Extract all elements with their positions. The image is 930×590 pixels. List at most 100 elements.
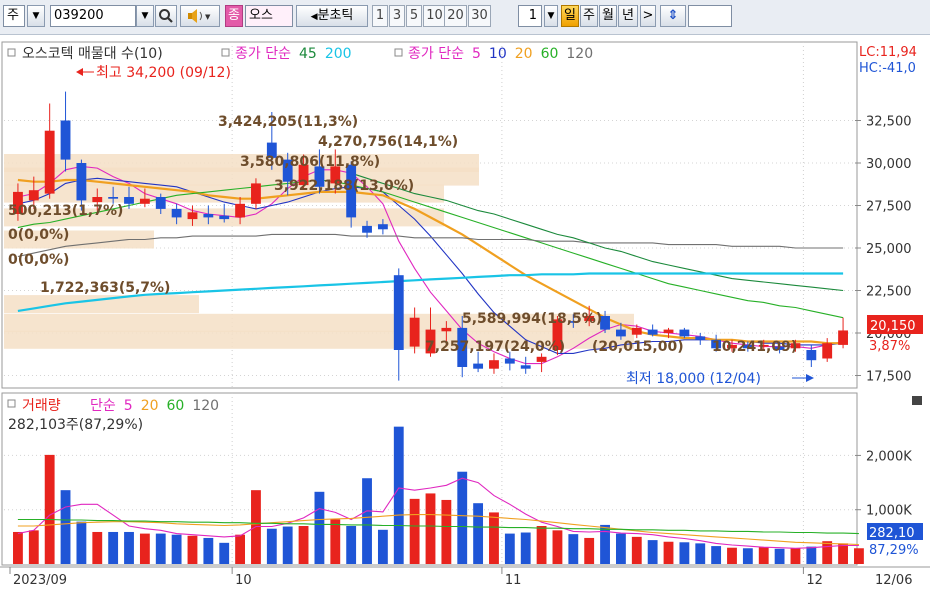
volume-profile-label: 1,722,363(5,7%) <box>40 280 170 296</box>
candle-body <box>473 363 484 369</box>
volume-tick-label: 2,000K <box>866 449 912 464</box>
candle-body <box>393 275 404 350</box>
market-select[interactable]: 주 <box>3 5 25 27</box>
candle-body <box>441 327 452 332</box>
volume-profile-label: 10,241,09) <box>712 339 797 355</box>
volume-bar <box>758 547 769 564</box>
volume-profile-label: 4,270,756(14,1%) <box>318 134 458 150</box>
volume-tick-label: 1,000K <box>866 504 912 519</box>
volume-bar <box>425 493 436 564</box>
volume-bar <box>409 498 420 564</box>
candle-body <box>76 163 87 201</box>
volume-profile-label: 3,922,188(13,0%) <box>274 178 414 194</box>
candle-body <box>187 212 198 220</box>
volume-bar <box>806 546 817 564</box>
x-tick-label: 11 <box>505 573 522 588</box>
volume-bar <box>711 546 722 564</box>
price-tick-label: 22,500 <box>866 285 912 300</box>
volume-profile-label: 5,589,994(18,5%) <box>462 311 602 327</box>
volume-bar <box>235 534 246 564</box>
period-button-30[interactable]: 30 <box>468 5 491 27</box>
x-tick-label: 10 <box>235 573 252 588</box>
legend-ma45: 45 <box>299 46 317 62</box>
volume-bar <box>600 524 610 564</box>
candle-body <box>155 197 166 209</box>
period-button-1[interactable]: 1 <box>372 5 388 27</box>
volume-profile-label: 7,257,197(24,0%) <box>425 339 565 355</box>
volume-bar <box>631 536 642 564</box>
volume-bar <box>441 499 452 564</box>
period-type-button[interactable]: ◀분초틱 <box>296 5 368 27</box>
volume-bar <box>266 528 277 564</box>
legend-ma10: 10 <box>489 46 507 62</box>
volume-bar <box>330 519 341 564</box>
price-tick-label: 25,000 <box>866 242 912 257</box>
day-button[interactable]: 일 <box>561 5 579 27</box>
volume-bar <box>139 533 150 564</box>
volume-bar <box>774 548 785 564</box>
count-input[interactable]: 1 <box>518 5 542 27</box>
blank-input[interactable] <box>688 5 732 27</box>
volume-ma20: 20 <box>141 398 159 414</box>
updown-icon[interactable]: ⇕ <box>660 5 686 27</box>
period-button-3[interactable]: 3 <box>389 5 405 27</box>
month-button[interactable]: 월 <box>599 5 617 27</box>
volume-bar <box>108 531 119 564</box>
volume-profile-label: 500,213(1,7%) <box>8 203 123 219</box>
volume-bar <box>314 491 325 564</box>
legend-ma200: 200 <box>325 46 352 62</box>
candle-body <box>806 350 817 361</box>
volume-bar <box>695 543 706 564</box>
code-input[interactable]: 039200 <box>50 5 136 27</box>
week-button[interactable]: 주 <box>580 5 598 27</box>
volume-profile-label: 0(0,0%) <box>8 227 69 243</box>
volume-bar <box>647 540 658 564</box>
volume-title: 거래량 <box>22 398 61 414</box>
candle-body <box>28 190 39 201</box>
last-date-label: 12/06 <box>875 573 912 588</box>
volume-bar <box>171 534 182 564</box>
volume-bar <box>520 532 531 564</box>
next-button[interactable]: > <box>640 5 656 27</box>
volume-bar <box>92 531 103 564</box>
panel-maximize-icon[interactable] <box>912 396 922 405</box>
code-dropdown-icon[interactable]: ▼ <box>136 5 154 27</box>
candle-body <box>108 197 119 199</box>
search-icon[interactable] <box>155 5 177 27</box>
volume-bar <box>60 490 71 564</box>
count-dropdown-icon[interactable]: ▼ <box>544 5 558 27</box>
legend-ma120: 120 <box>566 46 593 62</box>
volume-bar <box>838 543 848 564</box>
period-button-20[interactable]: 20 <box>444 5 467 27</box>
lc-label: LC:11,94 <box>859 45 917 60</box>
speaker-icon[interactable]: ▼ <box>180 5 220 27</box>
volume-bar <box>742 548 753 564</box>
period-type-label: 분초틱 <box>317 8 354 23</box>
x-tick-label: 2023/09 <box>13 573 67 588</box>
high-annotation: 최고 34,200 (09/12) <box>76 65 231 81</box>
volume-current-tag: 282,10 87,29% <box>867 523 923 558</box>
period-button-10[interactable]: 10 <box>423 5 446 27</box>
tag-label[interactable]: 종 <box>225 5 243 27</box>
volume-bar <box>679 542 690 564</box>
candle-body <box>44 130 55 194</box>
volume-bar <box>203 537 214 564</box>
legend-ma-a-text: 종가 단순 <box>235 46 291 62</box>
market-dropdown-icon[interactable]: ▼ <box>27 5 45 27</box>
year-button[interactable]: 년 <box>618 5 638 27</box>
candle-body <box>536 356 547 362</box>
period-button-5[interactable]: 5 <box>406 5 422 27</box>
volume-bar <box>504 533 515 564</box>
volume-current-pct: 87,29% <box>869 543 919 558</box>
candle-body <box>219 215 230 220</box>
candle-body <box>520 365 531 369</box>
volume-ma120: 120 <box>192 398 219 414</box>
candle-body <box>615 329 626 337</box>
high-label: 최고 34,200 (09/12) <box>96 65 231 81</box>
volume-ma-text: 단순 <box>90 398 116 414</box>
volume-bar <box>584 537 595 564</box>
candle-body <box>489 360 499 369</box>
legend-title: 오스코텍 매물대 수(10) <box>22 46 163 62</box>
candle-body <box>838 330 848 345</box>
volume-bar <box>298 526 309 564</box>
